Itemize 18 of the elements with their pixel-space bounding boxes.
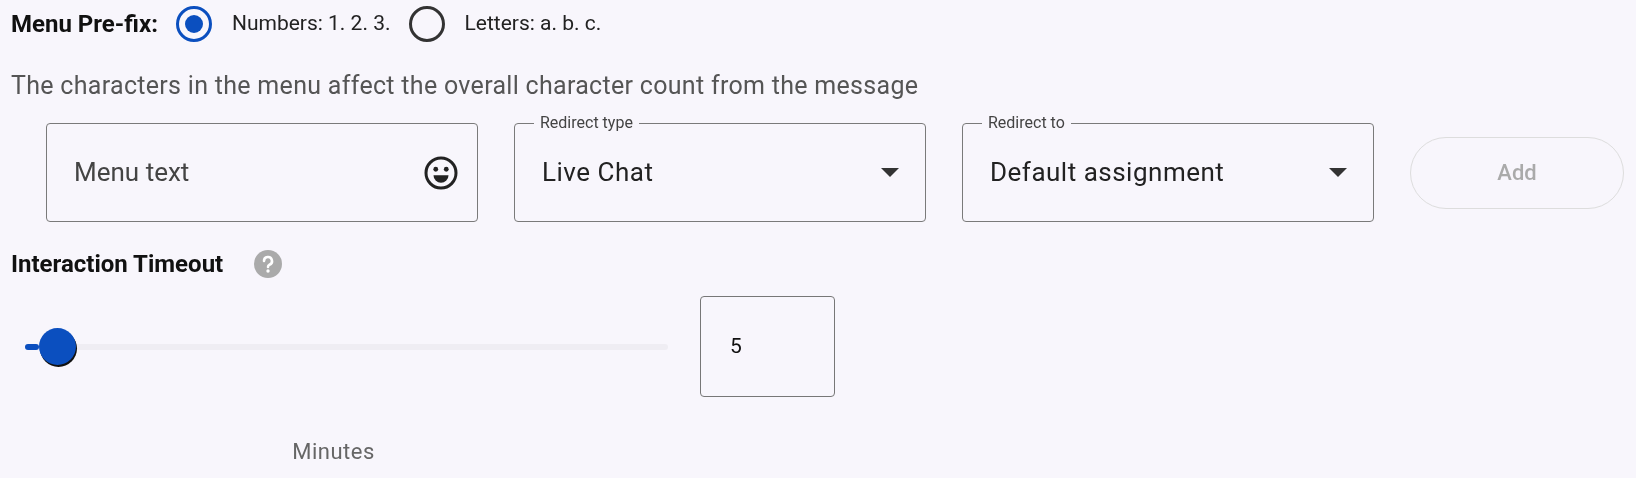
radio-selected-icon[interactable] (175, 6, 212, 42)
description-text: The characters in the menu affect the overall character count from the message (10, 70, 920, 102)
radio-icon[interactable] (408, 6, 445, 42)
dropdown-caret-icon (1329, 168, 1347, 177)
menu-text-field[interactable]: Menu text (46, 123, 478, 222)
dropdown-caret-icon (881, 168, 899, 177)
menu-text-input[interactable]: Menu text (74, 153, 423, 192)
radio-option[interactable]: Letters: a. b. c. (408, 6, 602, 42)
menu-prefix-label: Menu Pre-fix: (11, 9, 158, 40)
slider-thumb[interactable] (39, 327, 77, 365)
unit-label: Minutes (292, 438, 375, 466)
field-label: Redirect type (534, 113, 639, 133)
timeout-input[interactable]: 5 (700, 296, 835, 397)
select-value: Default assignment (990, 156, 1226, 189)
select-value: Live Chat (542, 156, 655, 189)
radio-option[interactable]: Numbers: 1. 2. 3. (175, 6, 391, 42)
smiley-icon[interactable] (423, 154, 459, 191)
section-title: Interaction Timeout (11, 249, 224, 280)
